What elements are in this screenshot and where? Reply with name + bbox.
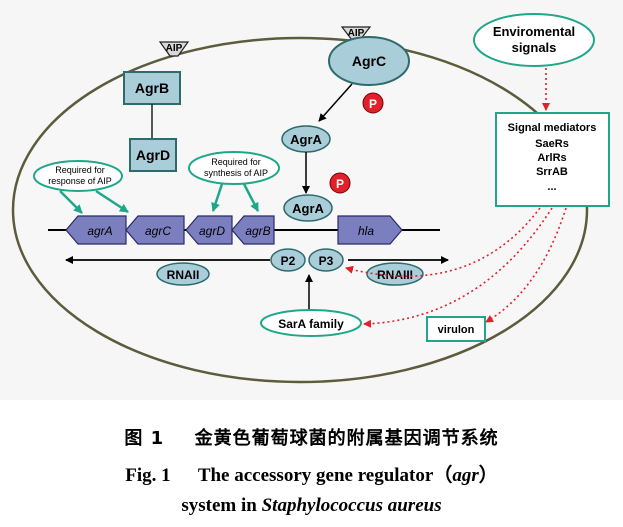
svg-text:P3: P3 bbox=[319, 254, 334, 268]
rnaII-label: RNAII bbox=[156, 262, 210, 286]
promoter-p3: P3 bbox=[308, 248, 344, 272]
caption-english-line1: Fig. 1 The accessory gene regulator（agr） bbox=[0, 460, 623, 487]
caption-en-text-a: The accessory gene regulator（ bbox=[197, 465, 453, 486]
caption-cn-label: 图 1 bbox=[124, 428, 165, 449]
agrD-protein-box: AgrD bbox=[129, 138, 177, 172]
mediator-saeRs: SaeRs bbox=[535, 138, 569, 150]
caption-en-italic: agr bbox=[452, 465, 479, 486]
svg-text:AgrB: AgrB bbox=[135, 80, 169, 96]
svg-text:agrA: agrA bbox=[87, 224, 112, 238]
gene-hla: hla bbox=[337, 215, 403, 245]
gene-agrC: agrC bbox=[125, 215, 185, 245]
svg-text:P: P bbox=[369, 97, 377, 111]
note-synthesis-of-aip: Required for synthesis of AIP bbox=[188, 151, 280, 185]
svg-text:Required for: Required for bbox=[55, 165, 105, 175]
svg-text:Required for: Required for bbox=[211, 157, 261, 167]
mediator-arlRs: ArlRs bbox=[537, 152, 566, 164]
caption-en-line2-italic: Staphylococcus aureus bbox=[261, 495, 442, 516]
svg-text:agrC: agrC bbox=[145, 224, 171, 238]
sarA-family: SarA family bbox=[260, 309, 362, 337]
svg-text:P2: P2 bbox=[281, 254, 296, 268]
svg-text:signals: signals bbox=[512, 40, 557, 55]
promoter-p2: P2 bbox=[270, 248, 306, 272]
svg-text:virulon: virulon bbox=[438, 324, 475, 336]
caption-en-text-b: ） bbox=[478, 465, 498, 486]
agrA-upper: AgrA bbox=[281, 125, 331, 153]
agrB-protein-box: AgrB bbox=[123, 71, 181, 105]
signal-mediators-box: Signal mediators SaeRs ArlRs SrrAB ... bbox=[495, 112, 610, 207]
svg-text:RNAIII: RNAIII bbox=[377, 268, 413, 282]
svg-text:AgrA: AgrA bbox=[292, 201, 324, 216]
svg-text:Enviromental: Enviromental bbox=[493, 24, 575, 39]
agrC-receptor: AgrC bbox=[328, 36, 410, 86]
environmental-signals: Enviromental signals bbox=[473, 13, 595, 67]
agrA-lower: AgrA bbox=[283, 194, 333, 222]
mediator-srrAB: SrrAB bbox=[536, 166, 568, 178]
caption-cn-text: 金黄色葡萄球菌的附属基因调节系统 bbox=[194, 428, 499, 449]
phosphate-agrC: P bbox=[362, 92, 384, 114]
svg-text:RNAII: RNAII bbox=[167, 268, 200, 282]
caption-chinese: 图 1 金黄色葡萄球菌的附属基因调节系统 bbox=[0, 424, 623, 450]
diagram-canvas: AIP AIP AgrB AgrD AgrC P AgrA AgrA P Req… bbox=[0, 0, 623, 400]
svg-text:Signal mediators: Signal mediators bbox=[508, 122, 597, 134]
svg-text:AgrD: AgrD bbox=[136, 147, 170, 163]
svg-text:AgrC: AgrC bbox=[352, 53, 386, 69]
svg-text:hla: hla bbox=[358, 224, 374, 238]
svg-text:AgrA: AgrA bbox=[290, 132, 322, 147]
svg-text:SarA family: SarA family bbox=[278, 317, 344, 331]
caption-english-line2: system in Staphylococcus aureus bbox=[0, 495, 623, 517]
svg-text:agrB: agrB bbox=[245, 224, 270, 238]
agr-system-diagram: AIP AIP AgrB AgrD AgrC P AgrA AgrA P Req… bbox=[0, 0, 623, 400]
mediator-ellipsis: ... bbox=[547, 181, 556, 193]
svg-text:AIP: AIP bbox=[166, 43, 183, 54]
phosphate-agrA: P bbox=[329, 172, 351, 194]
gene-agrA: agrA bbox=[65, 215, 127, 245]
svg-text:synthesis of AIP: synthesis of AIP bbox=[204, 168, 268, 178]
note-response-of-aip: Required for response of AIP bbox=[33, 160, 123, 192]
svg-text:agrD: agrD bbox=[199, 224, 225, 238]
svg-text:response of AIP: response of AIP bbox=[48, 176, 112, 186]
caption-en-line2-a: system in bbox=[181, 495, 262, 516]
caption-en-label: Fig. 1 bbox=[125, 465, 171, 486]
virulon-box: virulon bbox=[426, 316, 486, 342]
svg-text:P: P bbox=[336, 177, 344, 191]
